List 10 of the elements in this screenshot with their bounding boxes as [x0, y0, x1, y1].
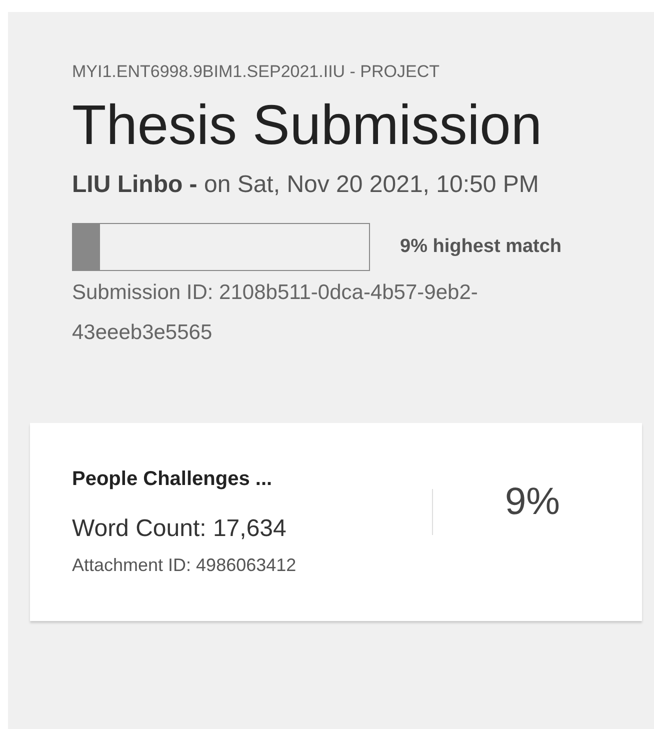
course-code: MYI1.ENT6998.9BIM1.SEP2021.IIU - PROJECT	[72, 62, 441, 82]
similarity-score: 9%	[505, 480, 560, 524]
author-date: LIU Linbo - on Sat, Nov 20 2021, 10:50 PM	[72, 170, 540, 200]
word-count: Word Count: 17,634	[72, 515, 288, 543]
submission-id: Submission ID: 2108b511-0dca-4b57-9eb2-43eeeb3e5565	[72, 280, 479, 346]
attachment-id: Attachment ID: 4986063412	[72, 555, 298, 576]
submission-title: Thesis Submission	[72, 92, 543, 157]
attachment-name: People Challenges ...	[72, 468, 274, 491]
highest-match: 9% highest match	[400, 236, 562, 258]
attachment-card[interactable]: People Challenges ... Word Count: 17,634 Attachment ID: 4986063412 9%	[30, 423, 642, 621]
